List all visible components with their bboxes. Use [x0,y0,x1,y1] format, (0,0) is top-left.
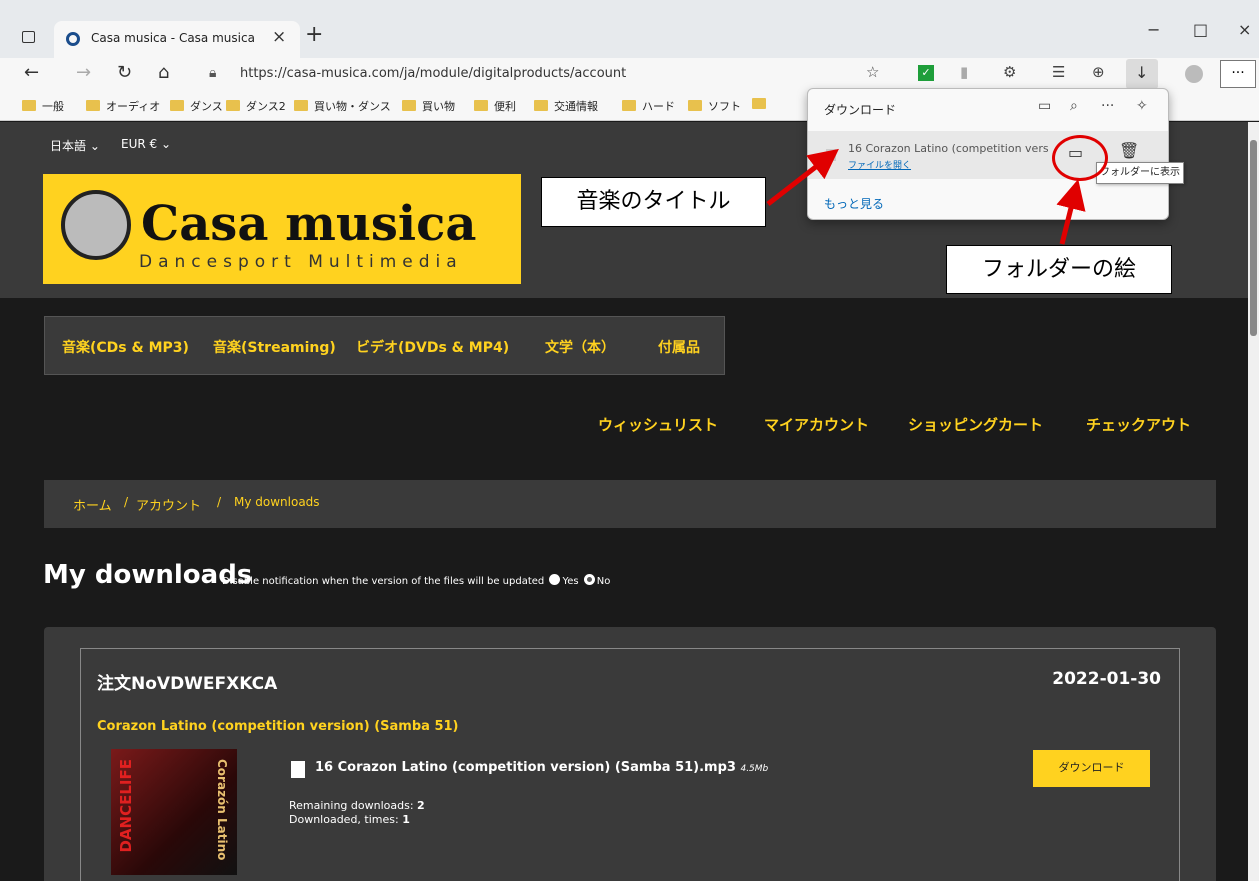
annotation-arrows [766,148,1086,245]
arrow-to-folder [1056,179,1086,245]
annotation-music-title: 音楽のタイトル [541,177,766,227]
arrow-to-title [766,148,839,206]
annotation-folder-picture: フォルダーの絵 [946,245,1172,294]
